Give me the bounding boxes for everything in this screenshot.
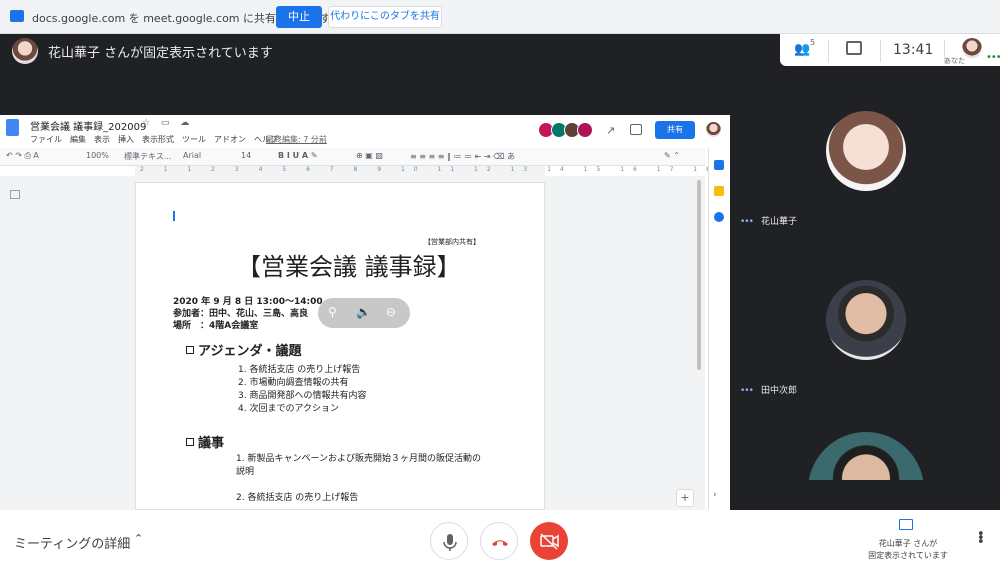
remove-icon[interactable]: ⊖ [386, 305, 396, 319]
undo-icon[interactable]: ↶ ↷ ⎙ A [6, 151, 39, 161]
star-icon[interactable]: ☆ ▭ ☁ [142, 118, 193, 128]
doc-tag: 【営業部内共有】 [424, 238, 480, 246]
section-title: アジェンダ・議題 [198, 344, 302, 359]
more-options-icon[interactable]: • • • [977, 528, 985, 549]
comment-icon[interactable] [630, 124, 642, 135]
section-agenda: アジェンダ・議題 [186, 340, 301, 359]
docs-side-panel [708, 148, 730, 510]
font-select[interactable]: Arial [183, 151, 201, 160]
list-item: 2. 各統括支店 の売り上げ報告 [236, 493, 359, 503]
font-size-select[interactable]: 14 [241, 151, 251, 160]
collaborator-cursor [173, 211, 175, 221]
camera-off-button[interactable] [530, 522, 568, 560]
calendar-icon[interactable] [714, 160, 724, 170]
meta-place: 場所 ：4階A会議室 [173, 321, 259, 331]
screen-share-bar: docs.google.com を meet.google.com に共有してい… [0, 0, 1000, 34]
outline-icon[interactable] [10, 190, 20, 199]
present-icon[interactable] [899, 519, 913, 530]
style-select[interactable]: 標準テキス... [124, 151, 171, 162]
people-count: 5 [810, 38, 816, 47]
participant-name: ••• 花山華子 [740, 214, 797, 227]
menu-tools[interactable]: ツール [182, 134, 206, 145]
docs-share-button[interactable]: 共有 [655, 121, 695, 139]
document-title[interactable]: 営業会議 議事録_202009 [30, 118, 146, 133]
menu-view[interactable]: 表示 [94, 134, 110, 145]
bold-icon[interactable]: B I U A ✎ [278, 151, 318, 160]
divider [880, 40, 881, 62]
microphone-button[interactable] [430, 522, 468, 560]
participant-tile[interactable] [826, 111, 906, 191]
docs-user-avatar[interactable] [706, 122, 721, 137]
zoom-select[interactable]: 100% [86, 151, 109, 160]
list-item: 2. 市場動向調査情報の共有 [238, 378, 349, 388]
checkbox-icon [186, 346, 194, 354]
pin-icon[interactable]: ⚲ [328, 305, 337, 319]
participant-tile[interactable] [826, 280, 906, 360]
audio-indicator-icon: ••• [740, 386, 754, 396]
menu-addons[interactable]: アドオン [214, 134, 246, 145]
chevron-right-icon[interactable]: › [713, 490, 717, 500]
docs-menubar: ファイル 編集 表示 挿入 表示形式 ツール アドオン ヘルプ [30, 134, 278, 145]
menu-file[interactable]: ファイル [30, 134, 62, 145]
activity-icon[interactable]: ↗ [606, 124, 615, 137]
docs-logo-icon[interactable] [6, 119, 19, 136]
add-icon[interactable]: + [676, 489, 694, 507]
stop-sharing-button[interactable]: 中止 [276, 6, 322, 28]
section-title: 議事 [198, 436, 225, 451]
participant-name-text: 花山華子 [760, 217, 797, 227]
participant-name: ••• 田中次郎 [740, 383, 797, 396]
menu-format[interactable]: 表示形式 [142, 134, 174, 145]
doc-heading: 【営業会議 議事録】 [237, 253, 461, 281]
align-icon[interactable]: ≡ ≡ ≡ ≡ ‖ ≔ ≔ ⇤ ⇥ ⌫ あ [410, 151, 515, 162]
volume-icon[interactable]: 🔈 [356, 305, 371, 319]
screen-share-icon [10, 10, 24, 22]
collaborator-avatar[interactable] [577, 122, 593, 138]
ruler-numbers: 2 1 1 2 3 4 5 6 7 8 9 10 11 12 13 14 15 … [140, 166, 719, 173]
chat-icon[interactable] [846, 41, 862, 55]
meeting-details-button[interactable]: ミーティングの詳細 [14, 533, 130, 552]
mic-icon [443, 534, 457, 551]
tasks-icon[interactable] [714, 212, 724, 222]
pinned-user-avatar [12, 38, 38, 64]
clock: 13:41 [893, 42, 934, 58]
keep-icon[interactable] [714, 186, 724, 196]
audio-indicator-icon: ••• [740, 217, 754, 227]
menu-edit[interactable]: 編集 [70, 134, 86, 145]
list-item: 1. 新製品キャンペーンおよび販売開始３ヶ月間の販促活動の [236, 454, 481, 464]
edit-mode-icon[interactable]: ✎ ⌃ [664, 151, 680, 160]
list-item: 1. 各統括支店 の売り上げ報告 [238, 365, 361, 375]
audio-indicator-icon: ••• [986, 52, 1000, 63]
checkbox-icon [186, 438, 194, 446]
share-this-tab-button[interactable]: 代わりにこのタブを共有 [328, 6, 442, 28]
hangup-button[interactable] [480, 522, 518, 560]
self-label: あなた [944, 57, 965, 65]
camera-off-icon [540, 533, 559, 550]
list-item: 4. 次回までのアクション [238, 404, 339, 414]
list-item: 3. 商品開発部への情報共有内容 [238, 391, 367, 401]
pinned-status: 花山華子 さんが 固定表示されています [868, 539, 948, 560]
participant-name-text: 田中次郎 [760, 386, 797, 396]
link-icon[interactable]: ⊕ ▣ ▨ [356, 151, 383, 160]
chevron-up-icon[interactable]: ⌃ [134, 532, 143, 545]
divider [828, 40, 829, 62]
pinned-title: 花山華子 さんが固定表示されています [48, 46, 273, 61]
hangup-icon [492, 540, 508, 546]
list-item: 説明 [236, 467, 255, 477]
last-edit-link[interactable]: 最終編集: 7 分前 [266, 134, 327, 145]
scrollbar[interactable] [697, 180, 701, 370]
section-minutes: 議事 [186, 432, 224, 451]
self-avatar[interactable] [962, 38, 982, 58]
menu-insert[interactable]: 挿入 [118, 134, 134, 145]
